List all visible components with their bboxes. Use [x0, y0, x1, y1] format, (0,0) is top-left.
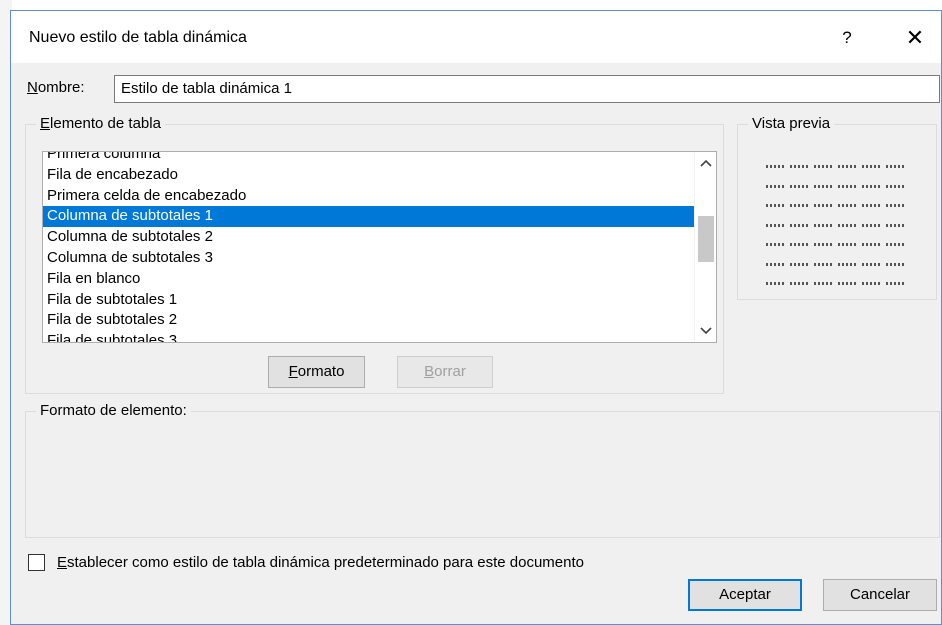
preview-cell [838, 165, 858, 169]
help-button[interactable]: ? [829, 23, 865, 53]
preview-row [766, 216, 910, 236]
list-item[interactable]: Columna de subtotales 1 [43, 206, 695, 228]
element-format-legend: Formato de elemento: [36, 402, 191, 420]
preview-cell [766, 165, 786, 169]
preview-cell [766, 204, 786, 208]
preview-cell [886, 184, 906, 188]
preview-cell [766, 184, 786, 188]
preview-row [766, 255, 910, 275]
preview-cell [838, 262, 858, 266]
new-pivot-style-dialog: Nuevo estilo de tabla dinámica ? ✕ Nombr… [10, 10, 942, 625]
preview-row [766, 196, 910, 216]
chevron-down-icon[interactable] [695, 320, 716, 342]
preview-row [766, 235, 910, 255]
preview-cell [862, 262, 882, 266]
list-items: Primera columna Fila de encabezado Primera… [43, 152, 695, 342]
preview-cell [862, 282, 882, 286]
list-item[interactable]: Primera celda de encabezado [43, 186, 695, 207]
preview-cell [790, 243, 810, 247]
cancel-button[interactable]: Cancelar [823, 579, 937, 611]
table-element-legend: Elemento de tabla [36, 115, 165, 133]
element-format-group: Formato de elemento: [25, 402, 940, 538]
preview-cell [814, 243, 834, 247]
preview-table [766, 157, 910, 294]
clear-button[interactable]: Borrar [397, 356, 493, 388]
list-scrollbar[interactable] [694, 152, 716, 342]
preview-cell [766, 262, 786, 266]
preview-cell [790, 223, 810, 227]
list-item[interactable]: Fila de encabezado [43, 165, 695, 186]
preview-cell [886, 282, 906, 286]
preview-cell [814, 262, 834, 266]
ok-button[interactable]: Aceptar [688, 579, 802, 611]
preview-cell [886, 223, 906, 227]
close-icon: ✕ [905, 25, 925, 50]
help-icon: ? [842, 28, 852, 47]
preview-cell [862, 165, 882, 169]
preview-cell [886, 204, 906, 208]
preview-cell [790, 184, 810, 188]
preview-cell [814, 165, 834, 169]
preview-cell [862, 184, 882, 188]
scrollbar-thumb[interactable] [698, 216, 714, 262]
table-element-group: Elemento de tabla Primera columna Fila de… [25, 115, 724, 394]
preview-cell [766, 282, 786, 286]
list-item[interactable]: Columna de subtotales 2 [43, 227, 695, 248]
preview-cell [814, 282, 834, 286]
preview-legend: Vista previa [748, 115, 835, 133]
preview-cell [862, 223, 882, 227]
list-item[interactable]: Fila de subtotales 1 [43, 290, 695, 311]
preview-cell [814, 204, 834, 208]
preview-cell [838, 204, 858, 208]
default-style-label[interactable]: Establecer como estilo de tabla dinámica… [57, 554, 584, 571]
preview-cell [766, 243, 786, 247]
default-style-checkbox[interactable] [28, 554, 45, 571]
preview-cell [886, 243, 906, 247]
name-input[interactable]: Estilo de tabla dinámica 1 [114, 75, 940, 103]
table-element-list[interactable]: Primera columna Fila de encabezado Primera… [42, 151, 717, 343]
preview-row [766, 177, 910, 197]
preview-cell [886, 165, 906, 169]
preview-cell [814, 184, 834, 188]
list-item[interactable]: Fila de subtotales 3 [43, 331, 695, 342]
preview-cell [766, 223, 786, 227]
preview-cell [838, 184, 858, 188]
preview-row [766, 274, 910, 294]
preview-cell [862, 204, 882, 208]
preview-cell [790, 165, 810, 169]
title-bar: Nuevo estilo de tabla dinámica ? ✕ [11, 11, 941, 63]
preview-cell [838, 223, 858, 227]
preview-cell [814, 223, 834, 227]
preview-cell [886, 262, 906, 266]
close-button[interactable]: ✕ [897, 23, 933, 53]
list-item[interactable]: Fila en blanco [43, 269, 695, 290]
preview-cell [790, 282, 810, 286]
preview-cell [790, 204, 810, 208]
dialog-title: Nuevo estilo de tabla dinámica [29, 29, 247, 46]
preview-cell [838, 282, 858, 286]
format-button[interactable]: Formato [268, 356, 365, 388]
preview-cell [862, 243, 882, 247]
preview-cell [838, 243, 858, 247]
preview-group: Vista previa [737, 115, 937, 300]
name-label: Nombre: [27, 79, 85, 96]
list-item[interactable]: Primera columna [43, 152, 695, 165]
preview-row [766, 157, 910, 177]
chevron-up-icon[interactable] [695, 152, 716, 174]
list-item[interactable]: Columna de subtotales 3 [43, 248, 695, 269]
list-item[interactable]: Fila de subtotales 2 [43, 310, 695, 331]
preview-cell [790, 262, 810, 266]
